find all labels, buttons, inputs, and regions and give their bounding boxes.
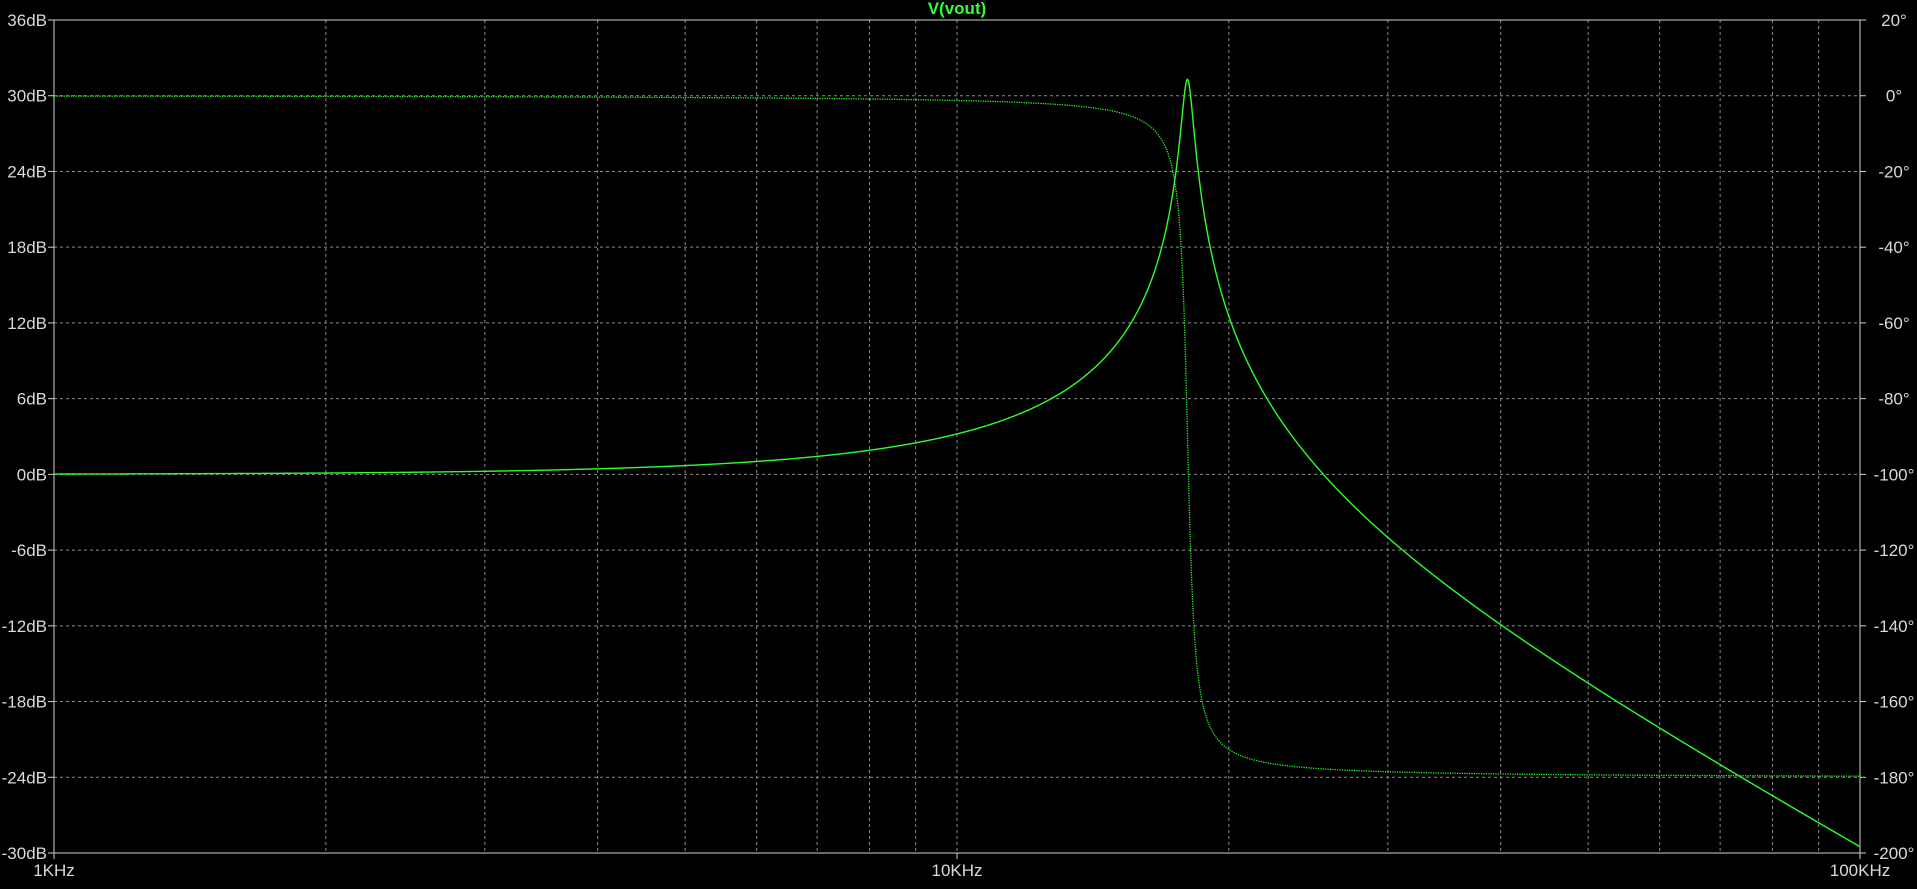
y-right-tick-label: -60° bbox=[1878, 314, 1909, 333]
grid-lines bbox=[54, 20, 1860, 853]
y-right-tick-label: -180° bbox=[1874, 768, 1915, 787]
y-left-tick-label: 36dB bbox=[7, 11, 47, 30]
y-right-tick-label: -100° bbox=[1874, 465, 1915, 484]
y-left-tick-label: -18dB bbox=[2, 693, 47, 712]
y-right-tick-label: 20° bbox=[1881, 11, 1907, 30]
y-left-tick-label: -6dB bbox=[11, 541, 47, 560]
y-left-tick-label: 24dB bbox=[7, 162, 47, 181]
bode-plot[interactable]: 36dB 30dB 24dB 18dB 12dB 6dB 0dB -6dB -12dB -18dB… bbox=[0, 0, 1917, 889]
y-right-tick-label: -40° bbox=[1878, 238, 1909, 257]
y-left-tick-label: -24dB bbox=[2, 768, 47, 787]
plot-window[interactable]: 36dB 30dB 24dB 18dB 12dB 6dB 0dB -6dB -12dB -18dB… bbox=[0, 0, 1917, 889]
x-tick-label: 100KHz bbox=[1830, 861, 1890, 880]
y-right-tick-label: 0° bbox=[1886, 87, 1902, 106]
y-left-tick-label: 30dB bbox=[7, 87, 47, 106]
y-left-tick-label: -12dB bbox=[2, 617, 47, 636]
y-right-tick-label: -160° bbox=[1874, 693, 1915, 712]
y-right-tick-label: -20° bbox=[1878, 162, 1909, 181]
y-left-tick-label: 6dB bbox=[17, 390, 47, 409]
x-tick-label: 1KHz bbox=[33, 861, 75, 880]
y-right-tick-label: -140° bbox=[1874, 617, 1915, 636]
chart-title[interactable]: V(vout) bbox=[928, 0, 987, 18]
y-left-tick-label: 12dB bbox=[7, 314, 47, 333]
y-right-tick-label: -80° bbox=[1878, 390, 1909, 409]
y-left-tick-label: 0dB bbox=[17, 465, 47, 484]
y-right-tick-label: -120° bbox=[1874, 541, 1915, 560]
y-left-tick-label: 18dB bbox=[7, 238, 47, 257]
x-tick-label: 10KHz bbox=[931, 861, 982, 880]
